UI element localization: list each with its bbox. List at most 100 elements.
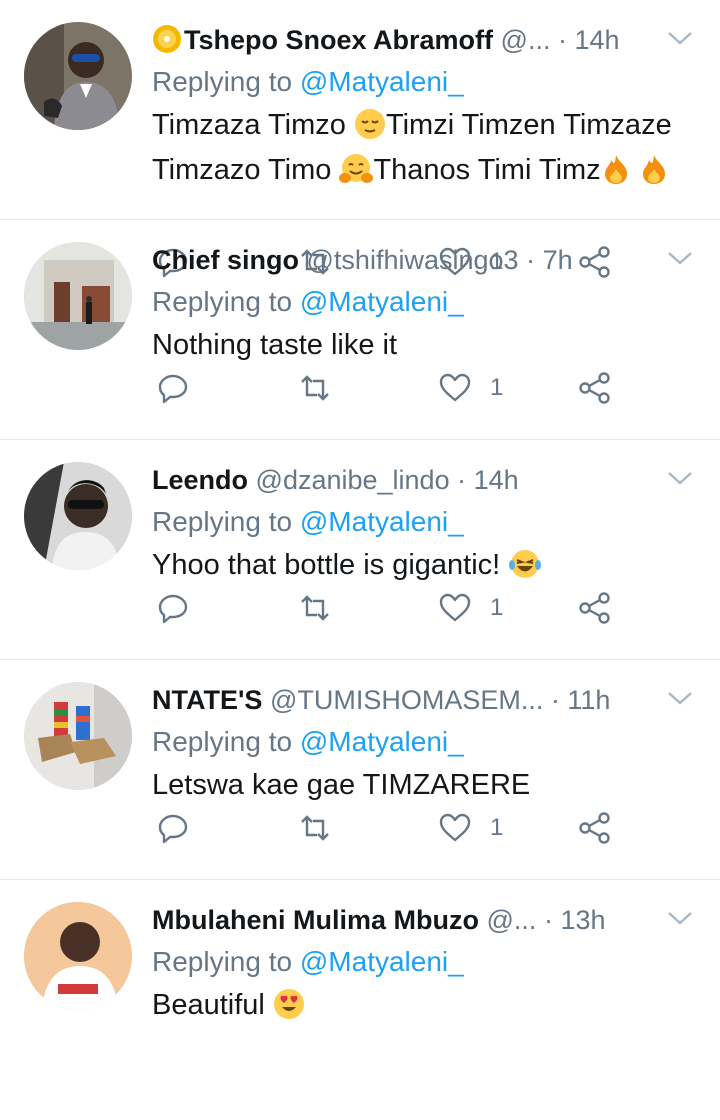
tweet-actions: 1 bbox=[152, 588, 652, 628]
tweet-card[interactable]: Chief singo @tshifhiwasingo3 · 7h Replyi… bbox=[0, 220, 720, 440]
user-handle[interactable]: @dzanibe_lindo bbox=[256, 465, 450, 495]
replying-to-label: Replying to bbox=[152, 946, 293, 977]
reply-icon bbox=[158, 594, 188, 624]
text-segment: Thanos Timi Timz bbox=[373, 154, 601, 186]
mention-link[interactable]: @Matyaleni_ bbox=[300, 506, 464, 537]
mention-link[interactable]: @Matyaleni_ bbox=[300, 286, 464, 317]
tweet-header: NTATE'S @TUMISHOMASEM... · 11h bbox=[152, 680, 652, 720]
replying-to: Replying to @Matyaleni_ bbox=[152, 282, 464, 322]
timestamp[interactable]: 7h bbox=[543, 245, 573, 275]
user-handle[interactable]: @TUMISHOMASEM... bbox=[270, 685, 543, 715]
tweet-card[interactable]: Leendo @dzanibe_lindo · 14h Replying to … bbox=[0, 440, 720, 660]
display-name[interactable]: Tshepo Snoex Abramoff bbox=[184, 25, 493, 55]
retweet-button[interactable] bbox=[298, 808, 332, 848]
tweet-card[interactable]: Mbulaheni Mulima Mbuzo @... · 13h Replyi… bbox=[0, 880, 720, 1116]
reply-button[interactable] bbox=[156, 808, 190, 848]
laughing-tears-emoji bbox=[508, 548, 542, 591]
share-icon bbox=[579, 592, 610, 624]
reply-icon bbox=[158, 374, 188, 404]
like-count: 1 bbox=[490, 814, 504, 841]
avatar[interactable] bbox=[24, 682, 132, 790]
relieved-face-emoji bbox=[354, 108, 386, 151]
text-segment: Beautiful bbox=[152, 989, 273, 1021]
replying-to-label: Replying to bbox=[152, 286, 293, 317]
chevron-down-icon[interactable] bbox=[666, 908, 694, 928]
replying-to: Replying to @Matyaleni_ bbox=[152, 722, 464, 762]
separator-dot: · bbox=[543, 905, 553, 935]
chevron-down-icon[interactable] bbox=[666, 248, 694, 268]
retweet-icon bbox=[301, 815, 329, 841]
like-button[interactable]: 1 bbox=[438, 588, 503, 628]
text-segment: Letswa kae gae TIMZARERE bbox=[152, 769, 531, 801]
reply-button[interactable] bbox=[156, 368, 190, 408]
share-button[interactable] bbox=[578, 368, 612, 408]
chevron-down-icon[interactable] bbox=[666, 468, 694, 488]
timestamp[interactable]: 11h bbox=[567, 685, 610, 715]
tweet-text: Timzaza Timzo Timzi Timzen Timzaze Timza… bbox=[152, 106, 692, 196]
text-segment: Nothing taste like it bbox=[152, 329, 398, 361]
replying-to-label: Replying to bbox=[152, 506, 293, 537]
replying-to: Replying to @Matyaleni_ bbox=[152, 942, 464, 982]
display-name[interactable]: NTATE'S bbox=[152, 685, 262, 715]
tweet-text: Nothing taste like it bbox=[152, 326, 692, 365]
reply-button[interactable] bbox=[156, 588, 190, 628]
replying-to: Replying to @Matyaleni_ bbox=[152, 62, 464, 102]
text-segment: Yhoo that bottle is gigantic! bbox=[152, 549, 509, 581]
tweet-actions: 1 bbox=[152, 808, 652, 848]
timestamp[interactable]: 13h bbox=[560, 905, 605, 935]
user-handle[interactable]: @... bbox=[501, 25, 551, 55]
tweet-header: Leendo @dzanibe_lindo · 14h bbox=[152, 460, 652, 500]
separator-dot: · bbox=[557, 25, 567, 55]
fire-emoji bbox=[601, 153, 631, 196]
timestamp[interactable]: 14h bbox=[474, 465, 519, 495]
share-icon bbox=[579, 372, 610, 404]
tweet-text: Yhoo that bottle is gigantic! bbox=[152, 546, 692, 591]
retweet-button[interactable] bbox=[298, 588, 332, 628]
replying-to-label: Replying to bbox=[152, 66, 293, 97]
avatar[interactable] bbox=[24, 462, 132, 570]
like-button[interactable]: 1 bbox=[438, 808, 503, 848]
like-button[interactable]: 1 bbox=[438, 368, 503, 408]
tweet-text: Letswa kae gae TIMZARERE bbox=[152, 766, 692, 805]
chevron-down-icon[interactable] bbox=[666, 688, 694, 708]
like-count: 1 bbox=[490, 594, 504, 621]
user-handle[interactable]: @... bbox=[487, 905, 537, 935]
text-segment: Timzaza Timzo bbox=[152, 109, 354, 141]
user-handle[interactable]: @tshifhiwasingo3 bbox=[307, 245, 519, 275]
display-name[interactable]: Leendo bbox=[152, 465, 248, 495]
separator-dot: · bbox=[550, 685, 560, 715]
like-count: 1 bbox=[490, 374, 504, 401]
avatar[interactable] bbox=[24, 242, 132, 350]
tweet-header: Mbulaheni Mulima Mbuzo @... · 13h bbox=[152, 900, 652, 940]
retweet-icon bbox=[301, 375, 329, 401]
display-name[interactable]: Chief singo bbox=[152, 245, 299, 275]
avatar[interactable] bbox=[24, 22, 132, 130]
heart-icon bbox=[439, 373, 471, 402]
gold-disc-badge-icon bbox=[152, 24, 182, 65]
retweet-button[interactable] bbox=[298, 368, 332, 408]
chevron-down-icon[interactable] bbox=[666, 28, 694, 48]
tweet-actions: 1 bbox=[152, 368, 652, 408]
retweet-icon bbox=[301, 595, 329, 621]
share-button[interactable] bbox=[578, 808, 612, 848]
fire-emoji bbox=[639, 153, 669, 196]
replying-to-label: Replying to bbox=[152, 726, 293, 757]
display-name[interactable]: Mbulaheni Mulima Mbuzo bbox=[152, 905, 479, 935]
share-icon bbox=[579, 812, 610, 844]
mention-link[interactable]: @Matyaleni_ bbox=[300, 726, 464, 757]
heart-eyes-emoji bbox=[273, 988, 305, 1031]
avatar[interactable] bbox=[24, 902, 132, 1010]
tweet-text: Beautiful bbox=[152, 986, 692, 1031]
tweet-header: Chief singo @tshifhiwasingo3 · 7h bbox=[152, 240, 652, 280]
tweet-card[interactable]: NTATE'S @TUMISHOMASEM... · 11h Replying … bbox=[0, 660, 720, 880]
mention-link[interactable]: @Matyaleni_ bbox=[300, 946, 464, 977]
tweet-header: Tshepo Snoex Abramoff @... · 14h bbox=[152, 20, 652, 65]
timestamp[interactable]: 14h bbox=[575, 25, 620, 55]
share-button[interactable] bbox=[578, 588, 612, 628]
mention-link[interactable]: @Matyaleni_ bbox=[300, 66, 464, 97]
heart-icon bbox=[439, 813, 471, 842]
tweet-card[interactable]: Tshepo Snoex Abramoff @... · 14h Replyin… bbox=[0, 0, 720, 278]
heart-icon bbox=[439, 593, 471, 622]
text-segment bbox=[631, 154, 639, 186]
replying-to: Replying to @Matyaleni_ bbox=[152, 502, 464, 542]
